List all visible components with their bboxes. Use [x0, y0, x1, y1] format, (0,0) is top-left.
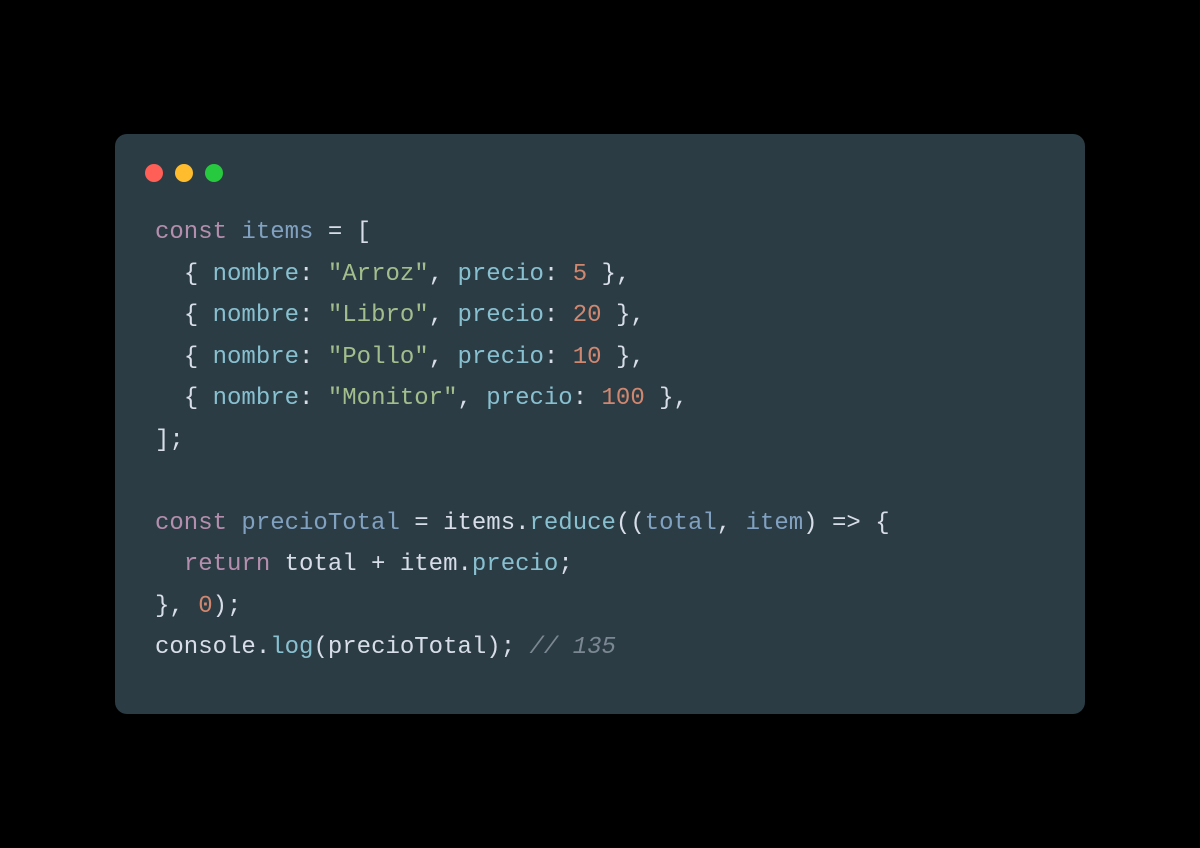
punct-open-brace: {	[184, 385, 213, 412]
punct-colon: :	[299, 261, 328, 288]
keyword-const: const	[155, 510, 227, 537]
punct-close-paren-semi: );	[486, 634, 515, 661]
punct-dot: .	[256, 634, 270, 661]
prop-precio: precio	[458, 344, 544, 371]
punct-colon: :	[544, 344, 573, 371]
punct-colon: :	[299, 385, 328, 412]
punct-comma: ,	[429, 344, 458, 371]
prop-precio: precio	[458, 261, 544, 288]
code-block: const items = [ { nombre: "Arroz", preci…	[115, 212, 1085, 669]
op-arrow: =>	[818, 510, 876, 537]
punct-colon: :	[299, 344, 328, 371]
punct-close-bracket-semi: ];	[155, 427, 184, 454]
close-icon[interactable]	[145, 164, 163, 182]
str-arroz: "Arroz"	[328, 261, 429, 288]
obj-total: total	[285, 551, 357, 578]
punct-close-brace-comma: },	[602, 302, 645, 329]
window-titlebar	[115, 164, 1085, 212]
obj-items: items	[443, 510, 515, 537]
punct-dot: .	[457, 551, 471, 578]
num-0: 0	[198, 593, 212, 620]
indent	[155, 261, 184, 288]
code-window: const items = [ { nombre: "Arroz", preci…	[115, 134, 1085, 714]
obj-item: item	[400, 551, 458, 578]
punct-close-brace-only: }	[155, 593, 169, 620]
punct-open-brace: {	[184, 302, 213, 329]
punct-open-paren2: ((	[616, 510, 645, 537]
punct-open-paren: (	[313, 634, 327, 661]
obj-console: console	[155, 634, 256, 661]
indent	[155, 344, 184, 371]
punct-open-brace: {	[184, 261, 213, 288]
num-100: 100	[602, 385, 645, 412]
prop-nombre: nombre	[213, 385, 299, 412]
punct-close-brace-comma: },	[645, 385, 688, 412]
str-pollo: "Pollo"	[328, 344, 429, 371]
punct-comma: ,	[429, 261, 458, 288]
param-item: item	[746, 510, 804, 537]
punct-colon: :	[299, 302, 328, 329]
var-preciototal: precioTotal	[241, 510, 399, 537]
num-20: 20	[573, 302, 602, 329]
punct-colon: :	[573, 385, 602, 412]
fn-log: log	[270, 634, 313, 661]
punct-comma: ,	[457, 385, 486, 412]
prop-precio: precio	[472, 551, 558, 578]
punct-comma: ,	[717, 510, 746, 537]
prop-precio: precio	[486, 385, 572, 412]
fn-reduce: reduce	[530, 510, 616, 537]
keyword-return: return	[184, 551, 270, 578]
punct-comma: ,	[429, 302, 458, 329]
prop-precio: precio	[458, 302, 544, 329]
var-items: items	[241, 219, 313, 246]
str-monitor: "Monitor"	[328, 385, 458, 412]
op-plus: +	[357, 551, 400, 578]
param-total: total	[645, 510, 717, 537]
keyword-const: const	[155, 219, 227, 246]
indent	[155, 551, 184, 578]
prop-nombre: nombre	[213, 302, 299, 329]
str-libro: "Libro"	[328, 302, 429, 329]
punct-open-bracket: [	[357, 219, 371, 246]
op-eq: =	[400, 510, 443, 537]
maximize-icon[interactable]	[205, 164, 223, 182]
prop-nombre: nombre	[213, 344, 299, 371]
indent	[155, 302, 184, 329]
punct-colon: :	[544, 261, 573, 288]
prop-nombre: nombre	[213, 261, 299, 288]
punct-close-paren: )	[803, 510, 817, 537]
op-eq: =	[313, 219, 356, 246]
punct-open-brace: {	[184, 344, 213, 371]
punct-comma: ,	[169, 593, 198, 620]
indent	[155, 385, 184, 412]
punct-open-brace-only: {	[875, 510, 889, 537]
num-10: 10	[573, 344, 602, 371]
num-5: 5	[573, 261, 587, 288]
obj-preciototal: precioTotal	[328, 634, 486, 661]
punct-close-brace-comma: },	[587, 261, 630, 288]
punct-close-brace-comma: },	[602, 344, 645, 371]
minimize-icon[interactable]	[175, 164, 193, 182]
punct-close-paren-semi: );	[213, 593, 242, 620]
comment-result: // 135	[530, 634, 616, 661]
punct-semi: ;	[558, 551, 572, 578]
punct-colon: :	[544, 302, 573, 329]
punct-dot: .	[515, 510, 529, 537]
